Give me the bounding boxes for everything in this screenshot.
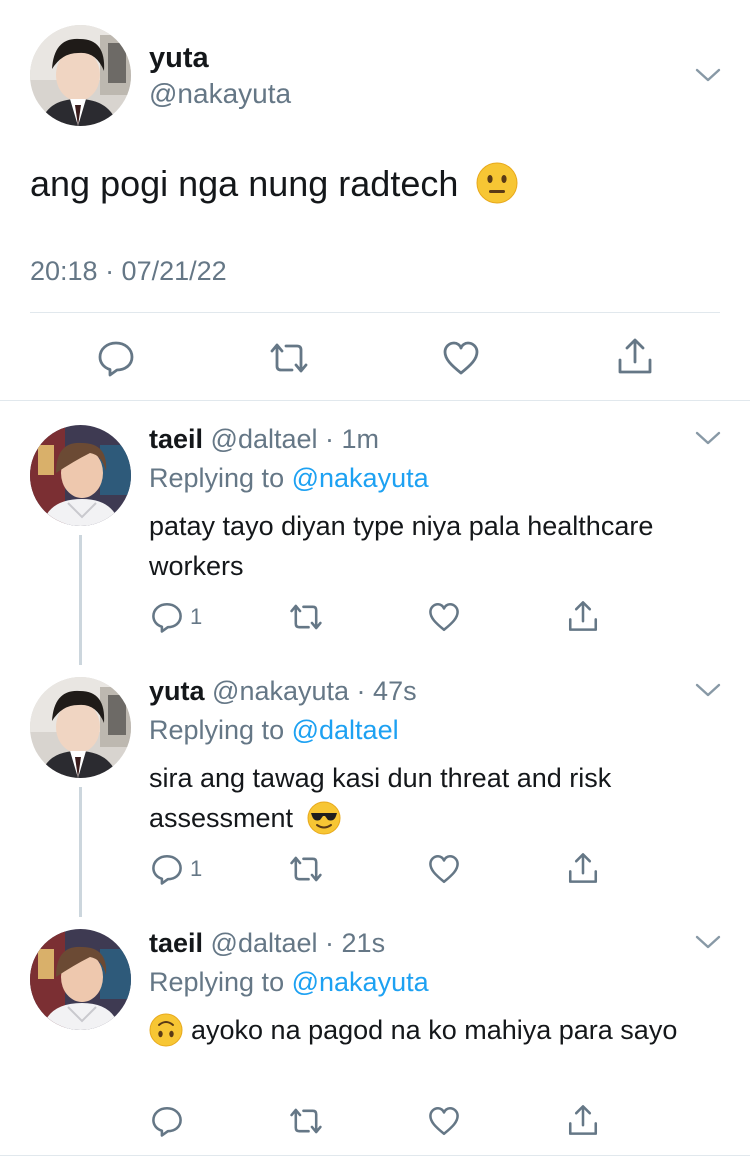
- replying-to: Replying to @nakayuta: [149, 967, 429, 998]
- like-icon[interactable]: [427, 600, 461, 634]
- reply-icon[interactable]: [150, 852, 184, 886]
- share-icon[interactable]: [566, 599, 600, 633]
- replying-to-label: Replying to: [149, 715, 285, 745]
- reply-text-content: sira ang tawag kasi dun threat and risk …: [149, 763, 612, 833]
- replying-to: Replying to @nakayuta: [149, 463, 429, 494]
- thread-line: [79, 535, 82, 665]
- reply-count: 1: [190, 604, 203, 629]
- reply-count: 1: [190, 856, 203, 881]
- like-icon[interactable]: [427, 852, 461, 886]
- tweet-text: ang pogi nga nung radtech: [30, 162, 518, 205]
- divider: [30, 312, 720, 313]
- reply-author-handle[interactable]: @nakayuta: [212, 676, 349, 706]
- reply-header: taeil @daltael · 1m: [149, 424, 380, 454]
- reply-author-handle[interactable]: @daltael: [211, 928, 318, 958]
- replying-to-label: Replying to: [149, 967, 285, 997]
- retweet-icon[interactable]: [287, 852, 325, 886]
- reply-author-name[interactable]: yuta: [149, 676, 205, 706]
- tweet-timestamp[interactable]: 20:18 · 07/21/22: [30, 256, 227, 287]
- retweet-icon[interactable]: [267, 338, 311, 378]
- reply-avatar[interactable]: [30, 677, 131, 778]
- reply-icon[interactable]: [96, 338, 136, 378]
- chevron-down-icon[interactable]: [695, 430, 721, 446]
- replying-to-label: Replying to: [149, 463, 285, 493]
- replying-to-mention[interactable]: @daltael: [292, 715, 399, 745]
- author-name[interactable]: yuta: [149, 42, 209, 75]
- reply-action[interactable]: 1: [150, 600, 202, 634]
- reply-text-content: ayoko na pagod na ko mahiya para sayo: [191, 1015, 678, 1045]
- reply-author-name[interactable]: taeil: [149, 928, 203, 958]
- reply-time[interactable]: 1m: [342, 424, 380, 454]
- reply-icon[interactable]: [150, 600, 184, 634]
- share-icon[interactable]: [566, 851, 600, 885]
- reply-header: taeil @daltael · 21s: [149, 928, 386, 958]
- chevron-down-icon[interactable]: [695, 67, 721, 83]
- retweet-icon[interactable]: [287, 600, 325, 634]
- sunglasses-face-emoji: [307, 801, 341, 835]
- reply-header: yuta @nakayuta · 47s: [149, 676, 417, 706]
- tweet-text-content: ang pogi nga nung radtech: [30, 163, 459, 204]
- like-icon[interactable]: [427, 1104, 461, 1138]
- like-icon[interactable]: [441, 338, 481, 378]
- author-avatar[interactable]: [30, 25, 131, 126]
- reply-time[interactable]: 21s: [342, 928, 386, 958]
- divider: [0, 1155, 750, 1156]
- replying-to: Replying to @daltael: [149, 715, 399, 746]
- neutral-face-emoji: [476, 162, 518, 204]
- reply-author-name[interactable]: taeil: [149, 424, 203, 454]
- upside-down-face-emoji: [149, 1013, 183, 1047]
- reply-icon[interactable]: [150, 1104, 184, 1138]
- replying-to-mention[interactable]: @nakayuta: [292, 463, 429, 493]
- retweet-icon[interactable]: [287, 1104, 325, 1138]
- reply-text: sira ang tawag kasi dun threat and risk …: [149, 758, 709, 838]
- reply-text: ayoko na pagod na ko mahiya para sayo: [149, 1010, 709, 1050]
- reply-avatar[interactable]: [30, 425, 131, 526]
- reply-text: patay tayo diyan type niya pala healthca…: [149, 511, 654, 581]
- share-icon[interactable]: [566, 1103, 600, 1137]
- reply-avatar[interactable]: [30, 929, 131, 1030]
- chevron-down-icon[interactable]: [695, 682, 721, 698]
- reply-author-handle[interactable]: @daltael: [211, 424, 318, 454]
- thread-line: [79, 787, 82, 917]
- replying-to-mention[interactable]: @nakayuta: [292, 967, 429, 997]
- divider: [0, 400, 750, 401]
- author-handle[interactable]: @nakayuta: [149, 78, 291, 110]
- reply-action[interactable]: 1: [150, 852, 202, 886]
- share-icon[interactable]: [615, 336, 655, 376]
- chevron-down-icon[interactable]: [695, 934, 721, 950]
- reply-time[interactable]: 47s: [373, 676, 417, 706]
